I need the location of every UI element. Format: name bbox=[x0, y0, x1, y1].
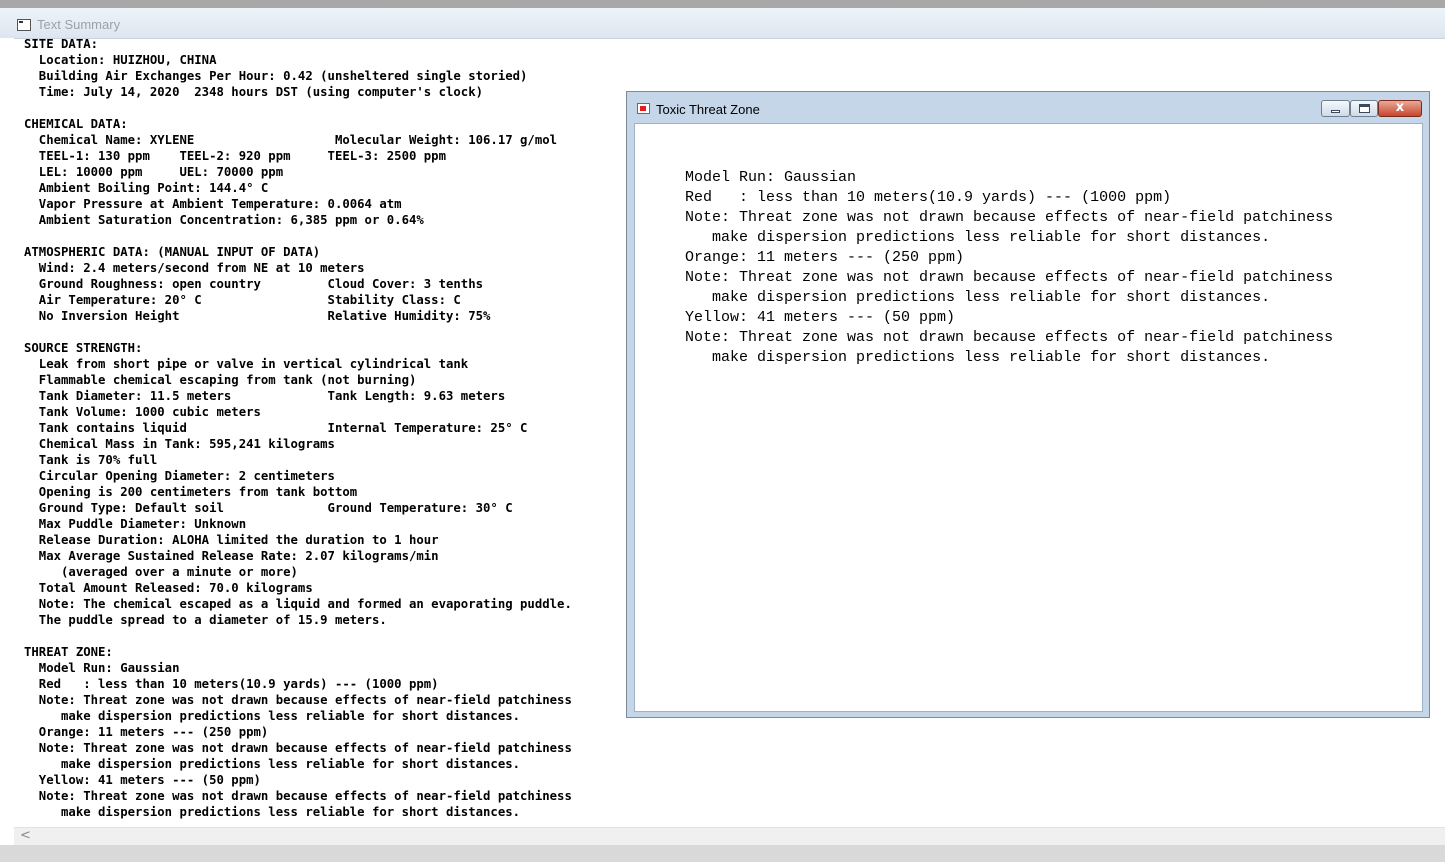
text-line: Note: Threat zone was not drawn because … bbox=[685, 269, 1334, 286]
text-line: make dispersion predictions less reliabl… bbox=[24, 805, 521, 819]
text-line: Release Duration: ALOHA limited the dura… bbox=[24, 533, 439, 547]
main-window-title: Text Summary bbox=[37, 17, 121, 32]
text-line: The puddle spread to a diameter of 15.9 … bbox=[24, 613, 387, 627]
main-title-bar[interactable]: Text Summary bbox=[0, 8, 1445, 39]
text-line: Orange: 11 meters --- (250 ppm) bbox=[24, 725, 269, 739]
threat-zone-window-icon bbox=[637, 103, 650, 114]
desktop-strip bbox=[0, 0, 1445, 8]
text-line: Note: Threat zone was not drawn because … bbox=[24, 741, 572, 755]
text-line: make dispersion predictions less reliabl… bbox=[685, 349, 1271, 366]
text-line: Tank is 70% full bbox=[24, 453, 158, 467]
text-line: Chemical Name: XYLENE Molecular Weight: … bbox=[24, 133, 558, 147]
text-line: Tank Diameter: 11.5 meters Tank Length: … bbox=[24, 389, 506, 403]
text-line: Chemical Mass in Tank: 595,241 kilograms bbox=[24, 437, 335, 451]
text-line: SOURCE STRENGTH: bbox=[24, 341, 143, 355]
text-line: Vapor Pressure at Ambient Temperature: 0… bbox=[24, 197, 402, 211]
popup-window-title: Toxic Threat Zone bbox=[656, 102, 760, 117]
text-line: Total Amount Released: 70.0 kilograms bbox=[24, 581, 313, 595]
text-line: Tank Volume: 1000 cubic meters bbox=[24, 405, 261, 419]
text-line: Note: Threat zone was not drawn because … bbox=[24, 789, 572, 803]
text-line: Opening is 200 centimeters from tank bot… bbox=[24, 485, 358, 499]
text-line: Note: Threat zone was not drawn because … bbox=[685, 209, 1334, 226]
text-line: SITE DATA: bbox=[24, 37, 99, 51]
text-line: make dispersion predictions less reliabl… bbox=[685, 229, 1271, 246]
text-line: LEL: 10000 ppm UEL: 70000 ppm bbox=[24, 165, 284, 179]
text-line: Max Average Sustained Release Rate: 2.07… bbox=[24, 549, 439, 563]
maximize-icon bbox=[1359, 104, 1370, 113]
minimize-button[interactable] bbox=[1321, 100, 1350, 117]
text-line: Air Temperature: 20° C Stability Class: … bbox=[24, 293, 461, 307]
text-line: Wind: 2.4 meters/second from NE at 10 me… bbox=[24, 261, 365, 275]
text-line: TEEL-1: 130 ppm TEEL-2: 920 ppm TEEL-3: … bbox=[24, 149, 446, 163]
app-window-icon bbox=[17, 19, 31, 31]
text-line: make dispersion predictions less reliabl… bbox=[24, 757, 521, 771]
text-line: Flammable chemical escaping from tank (n… bbox=[24, 373, 417, 387]
scroll-left-arrow-icon[interactable]: < bbox=[20, 828, 31, 843]
text-line: make dispersion predictions less reliabl… bbox=[685, 289, 1271, 306]
threat-zone-content: Model Run: Gaussian Red : less than 10 m… bbox=[685, 168, 1333, 368]
text-line: Note: Threat zone was not drawn because … bbox=[24, 693, 572, 707]
text-line: Max Puddle Diameter: Unknown bbox=[24, 517, 247, 531]
text-line: ATMOSPHERIC DATA: (MANUAL INPUT OF DATA) bbox=[24, 245, 321, 259]
text-line: Yellow: 41 meters --- (50 ppm) bbox=[685, 309, 956, 326]
text-line: Red : less than 10 meters(10.9 yards) --… bbox=[685, 189, 1172, 206]
text-line: Ground Type: Default soil Ground Tempera… bbox=[24, 501, 513, 515]
text-line: Ground Roughness: open country Cloud Cov… bbox=[24, 277, 484, 291]
text-summary-content: SITE DATA: Location: HUIZHOU, CHINA Buil… bbox=[24, 36, 572, 820]
popup-title-bar[interactable]: Toxic Threat Zone x bbox=[627, 92, 1429, 123]
taskbar-strip bbox=[0, 845, 1445, 862]
text-line: (averaged over a minute or more) bbox=[24, 565, 298, 579]
text-line: Model Run: Gaussian bbox=[24, 661, 180, 675]
maximize-button[interactable] bbox=[1350, 100, 1378, 117]
left-margin bbox=[0, 38, 14, 845]
threat-zone-panel: Model Run: Gaussian Red : less than 10 m… bbox=[634, 123, 1423, 712]
close-icon: x bbox=[1395, 100, 1405, 115]
close-button[interactable]: x bbox=[1378, 100, 1422, 117]
text-line: Ambient Saturation Concentration: 6,385 … bbox=[24, 213, 424, 227]
text-line: Yellow: 41 meters --- (50 ppm) bbox=[24, 773, 261, 787]
text-line: Tank contains liquid Internal Temperatur… bbox=[24, 421, 528, 435]
text-line: Building Air Exchanges Per Hour: 0.42 (u… bbox=[24, 69, 528, 83]
text-line: make dispersion predictions less reliabl… bbox=[24, 709, 521, 723]
minimize-icon bbox=[1331, 110, 1340, 113]
text-line: Location: HUIZHOU, CHINA bbox=[24, 53, 217, 67]
text-line: Orange: 11 meters --- (250 ppm) bbox=[685, 249, 965, 266]
toxic-threat-zone-window: Toxic Threat Zone x Model Run: Gaussian … bbox=[626, 91, 1430, 718]
horizontal-scrollbar[interactable]: < bbox=[14, 827, 1445, 845]
text-line: Time: July 14, 2020 2348 hours DST (usin… bbox=[24, 85, 484, 99]
text-line: Note: Threat zone was not drawn because … bbox=[685, 329, 1334, 346]
text-line: CHEMICAL DATA: bbox=[24, 117, 128, 131]
text-line: THREAT ZONE: bbox=[24, 645, 113, 659]
text-line: Circular Opening Diameter: 2 centimeters bbox=[24, 469, 335, 483]
text-line: Red : less than 10 meters(10.9 yards) --… bbox=[24, 677, 439, 691]
text-line: Leak from short pipe or valve in vertica… bbox=[24, 357, 469, 371]
text-line: Model Run: Gaussian bbox=[685, 169, 857, 186]
text-line: Note: The chemical escaped as a liquid a… bbox=[24, 597, 572, 611]
text-line: Ambient Boiling Point: 144.4° C bbox=[24, 181, 269, 195]
text-line: No Inversion Height Relative Humidity: 7… bbox=[24, 309, 491, 323]
